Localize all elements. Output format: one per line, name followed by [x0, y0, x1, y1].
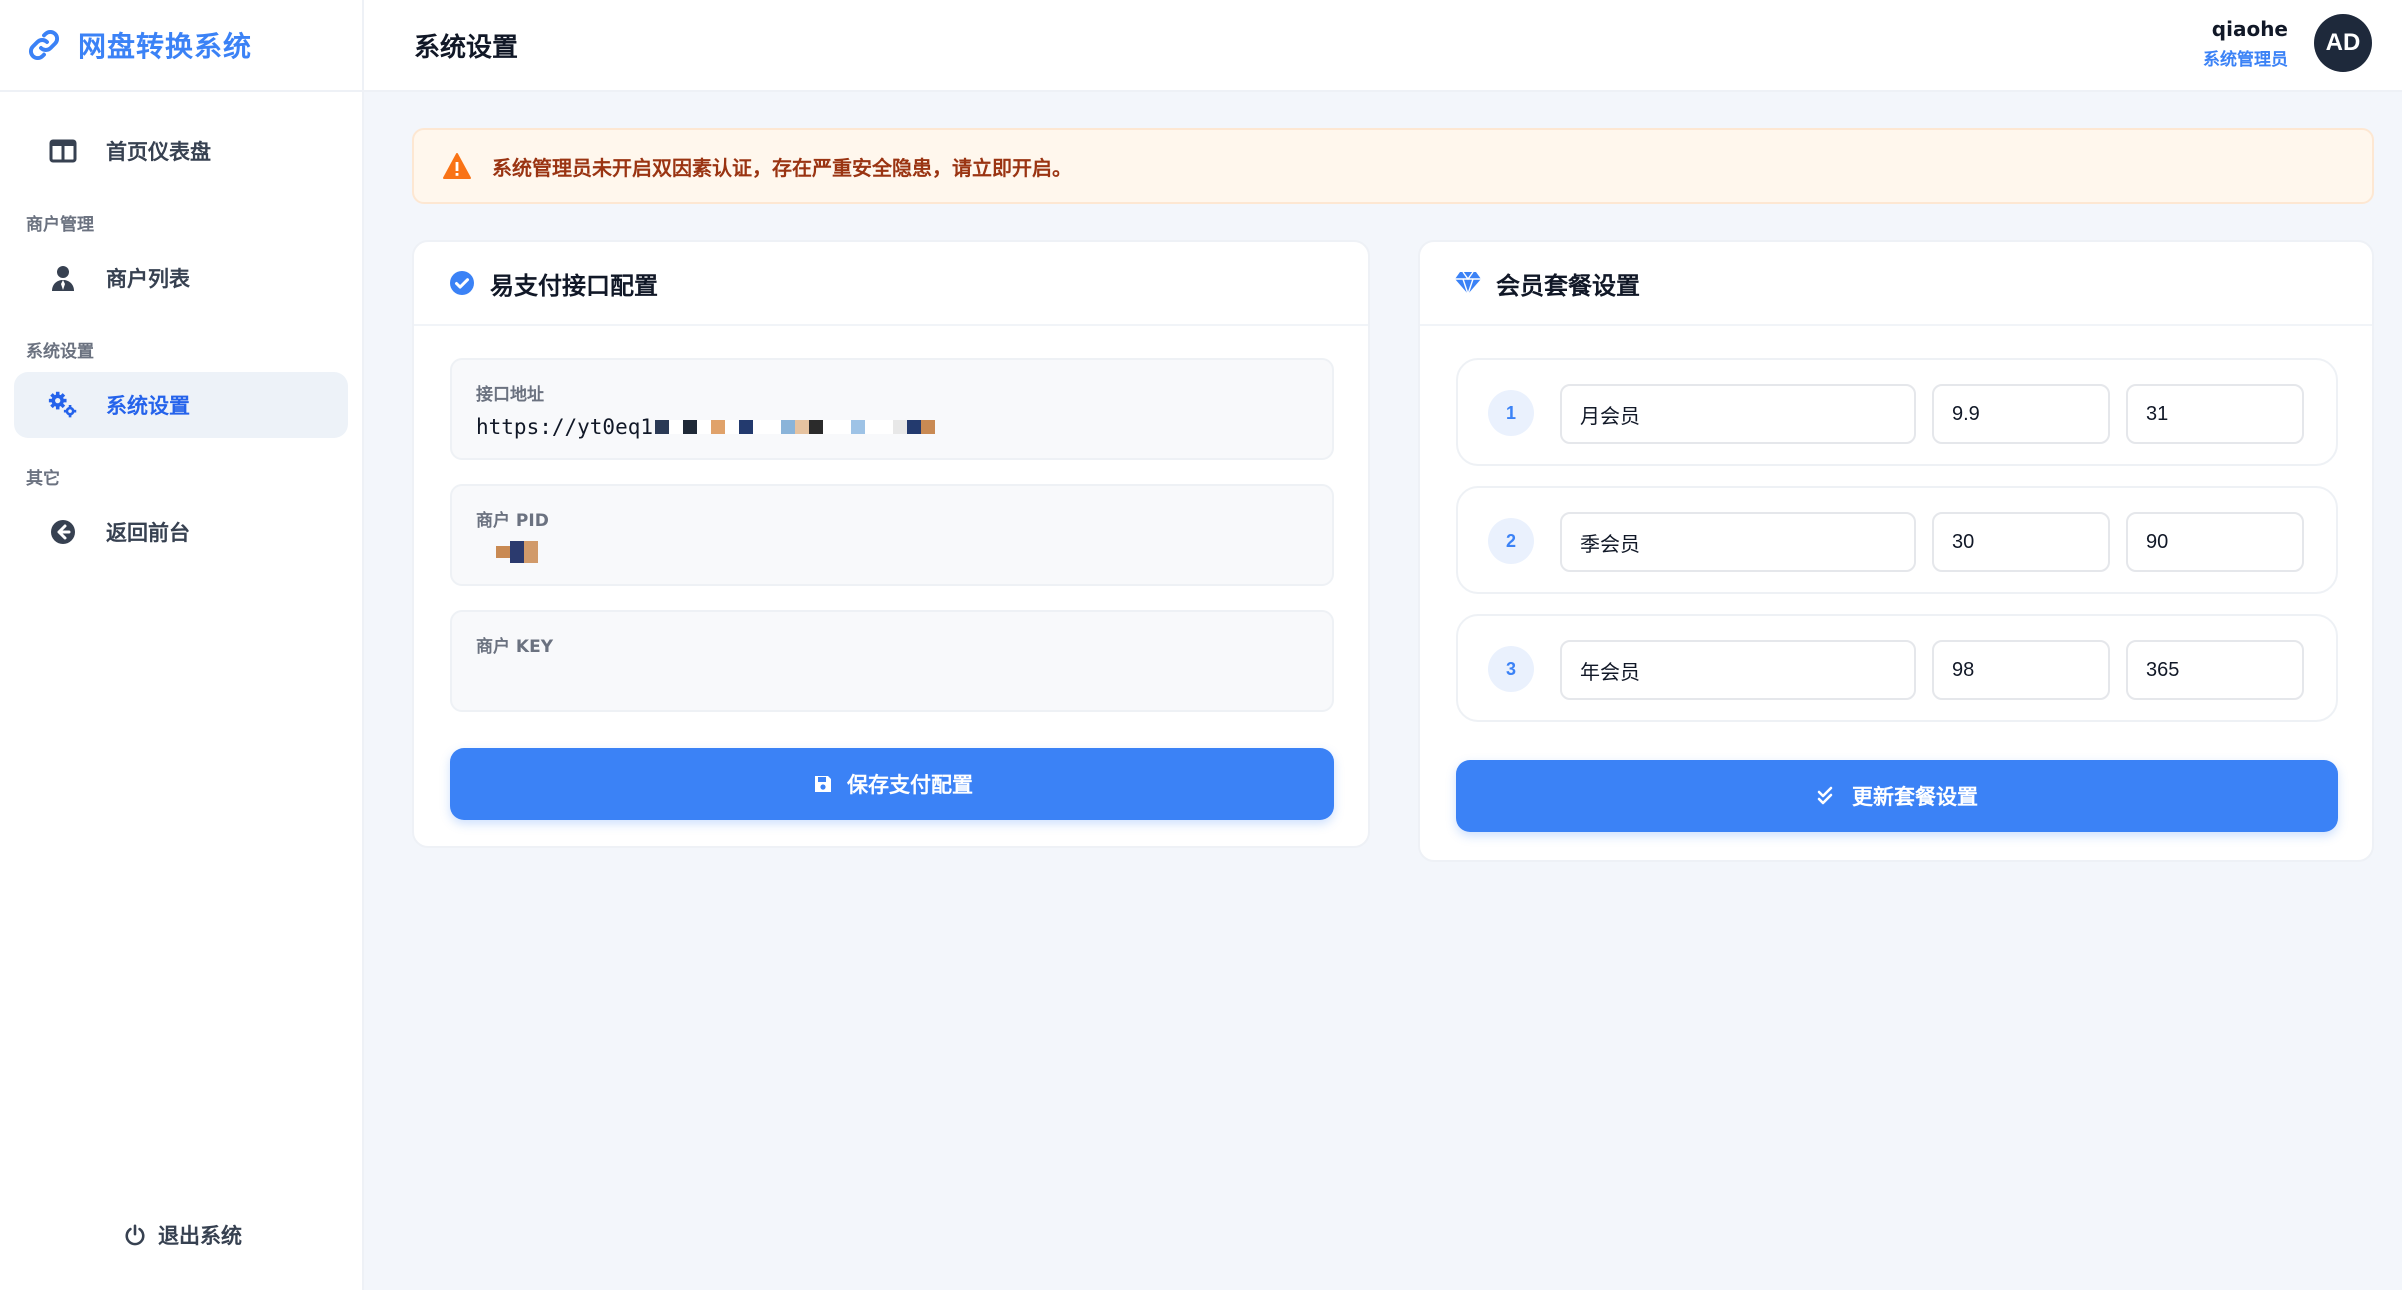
- field-label: 接口地址: [476, 385, 544, 405]
- sidebar-item-frontend[interactable]: 返回前台: [14, 499, 348, 565]
- field-label: 商户 PID: [476, 511, 549, 531]
- cogs-icon: [48, 390, 78, 420]
- plan-index: 1: [1488, 390, 1534, 436]
- field-label: 商户 KEY: [476, 637, 554, 657]
- nav-group-other: 其它: [26, 469, 60, 489]
- plan-name-input[interactable]: [1560, 384, 1916, 444]
- plan-name-input[interactable]: [1560, 512, 1916, 572]
- plan-price-input[interactable]: [1932, 512, 2110, 572]
- merchant-key-field[interactable]: 商户 KEY: [450, 610, 1334, 712]
- card-header: 会员套餐设置: [1420, 242, 2372, 326]
- user-menu[interactable]: qiaohe 系统管理员 AD: [2203, 14, 2372, 72]
- columns-icon: [48, 136, 78, 166]
- sidebar-item-dashboard[interactable]: 首页仪表盘: [14, 118, 348, 184]
- sidebar-item-label: 首页仪表盘: [106, 140, 211, 164]
- security-alert: 系统管理员未开启双因素认证，存在严重安全隐患，请立即开启。: [412, 128, 2374, 204]
- sidebar-item-label: 返回前台: [106, 521, 190, 545]
- update-plans-label: 更新套餐设置: [1852, 785, 1978, 809]
- plan-name-input[interactable]: [1560, 640, 1916, 700]
- plan-days-input[interactable]: [2126, 512, 2304, 572]
- plan-price-input[interactable]: [1932, 640, 2110, 700]
- user-name: qiaohe: [2211, 16, 2288, 41]
- save-payment-label: 保存支付配置: [847, 773, 973, 797]
- user-tie-icon: [48, 263, 78, 293]
- nav-group-system: 系统设置: [26, 342, 94, 362]
- user-info: qiaohe 系统管理员: [2203, 17, 2288, 70]
- alert-text: 系统管理员未开启双因素认证，存在严重安全隐患，请立即开启。: [492, 155, 1072, 180]
- gem-icon: [1454, 269, 1482, 297]
- save-payment-button[interactable]: 保存支付配置: [450, 748, 1334, 820]
- link-icon: [29, 30, 59, 60]
- plan-row: 3: [1456, 614, 2338, 722]
- redacted-mosaic: [496, 541, 538, 563]
- sidebar-item-settings[interactable]: 系统设置: [14, 372, 348, 438]
- redacted-mosaic: [655, 420, 936, 434]
- avatar[interactable]: AD: [2314, 14, 2372, 72]
- api-url-value: https://yt0eq1: [476, 415, 1308, 439]
- check-circle-icon: [448, 269, 476, 297]
- brand-title: 网盘转换系统: [78, 30, 253, 63]
- save-icon: [811, 772, 835, 796]
- logout-button[interactable]: 退出系统: [0, 1220, 364, 1250]
- merchant-pid-field[interactable]: 商户 PID: [450, 484, 1334, 586]
- sidebar: 网盘转换系统 首页仪表盘 商户管理 商户列表 系统设置 系统设置 其它 返回前台…: [0, 0, 364, 1290]
- sidebar-item-label: 商户列表: [106, 267, 190, 291]
- double-check-icon: [1816, 784, 1840, 808]
- merchant-pid-value: [476, 541, 1308, 563]
- plan-price-input[interactable]: [1932, 384, 2110, 444]
- plan-index: 2: [1488, 518, 1534, 564]
- payment-config-card: 易支付接口配置 接口地址 https://yt0eq1 商户 PID 商户 KE…: [412, 240, 1370, 848]
- plan-days-input[interactable]: [2126, 384, 2304, 444]
- plan-days-input[interactable]: [2126, 640, 2304, 700]
- card-header: 易支付接口配置: [414, 242, 1368, 326]
- card-title: 易支付接口配置: [490, 271, 658, 300]
- plan-settings-card: 会员套餐设置 1 2 3 更新套餐设置: [1418, 240, 2374, 862]
- warning-icon: [443, 153, 471, 179]
- plan-row: 2: [1456, 486, 2338, 594]
- update-plans-button[interactable]: 更新套餐设置: [1456, 760, 2338, 832]
- sidebar-item-label: 系统设置: [106, 394, 190, 418]
- sidebar-nav: 首页仪表盘 商户管理 商户列表 系统设置 系统设置 其它 返回前台: [0, 92, 362, 565]
- sidebar-item-merchants[interactable]: 商户列表: [14, 245, 348, 311]
- nav-group-merchant: 商户管理: [26, 215, 94, 235]
- api-url-text: https://yt0eq1: [476, 415, 654, 439]
- arrow-circle-left-icon: [48, 517, 78, 547]
- top-header: 系统设置 qiaohe 系统管理员 AD: [364, 0, 2402, 92]
- card-title: 会员套餐设置: [1496, 271, 1640, 300]
- logout-label: 退出系统: [158, 1224, 242, 1248]
- page-title: 系统设置: [414, 32, 519, 63]
- api-url-field[interactable]: 接口地址 https://yt0eq1: [450, 358, 1334, 460]
- brand[interactable]: 网盘转换系统: [0, 0, 362, 92]
- plan-index: 3: [1488, 646, 1534, 692]
- user-role: 系统管理员: [2203, 49, 2288, 70]
- power-icon: [122, 1222, 148, 1248]
- plan-row: 1: [1456, 358, 2338, 466]
